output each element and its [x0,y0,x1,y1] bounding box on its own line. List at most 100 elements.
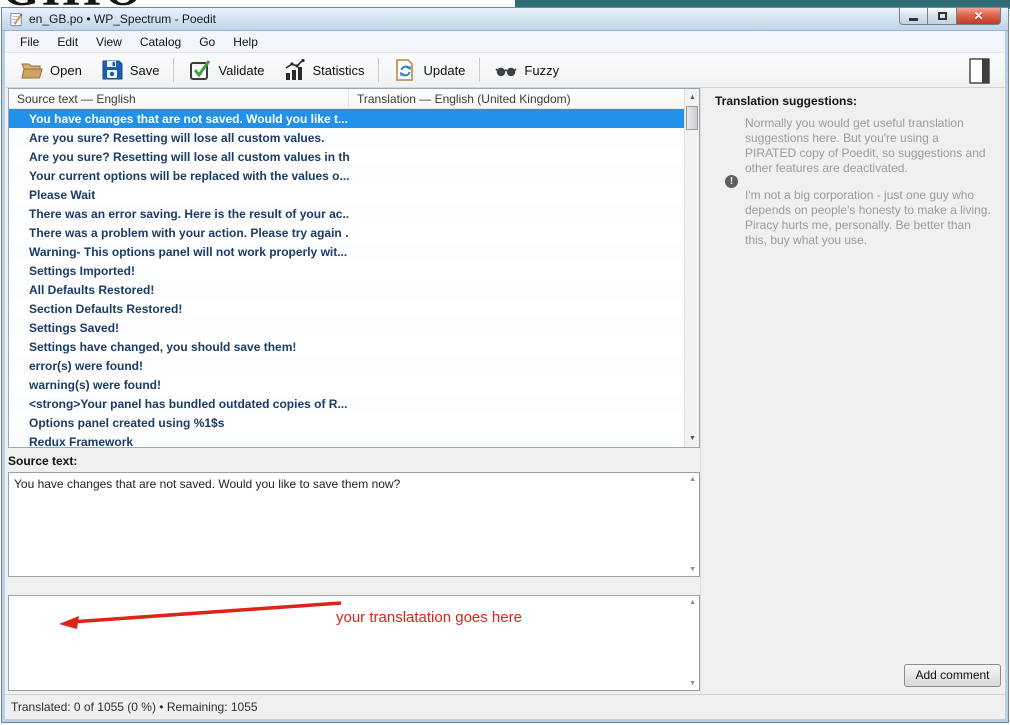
table-row[interactable]: Redux Framework [9,432,684,447]
column-header-source[interactable]: Source text — English [9,89,349,108]
source-text-cell: Settings Imported! [9,264,349,278]
fuzzy-glasses-icon [494,58,518,82]
source-text-cell: <strong>Your panel has bundled outdated … [9,397,349,411]
open-button[interactable]: Open [11,55,91,85]
status-bar: Translated: 0 of 1055 (0 %) • Remaining:… [5,694,1005,719]
source-text-cell: warning(s) were found! [9,378,349,392]
column-header-translation[interactable]: Translation — English (United Kingdom) [349,89,699,108]
add-comment-button[interactable]: Add comment [904,664,1001,687]
scroll-down-arrow-icon[interactable]: ▼ [689,680,696,687]
exclamation-circle-icon: ! [725,175,738,188]
toolbar-button-label: Fuzzy [524,63,559,78]
suggestions-title: Translation suggestions: [715,94,857,108]
toolbar-button-label: Update [423,63,465,78]
minimize-button[interactable] [899,8,928,25]
scroll-down-arrow-icon[interactable]: ▼ [689,566,696,573]
string-list-table: Source text — English Translation — Engl… [8,88,700,448]
statistics-chart-icon [282,58,306,82]
table-row[interactable]: Options panel created using %1$s [9,413,684,432]
scroll-down-arrow-icon[interactable]: ▼ [685,431,700,446]
source-text-cell: Your current options will be replaced wi… [9,169,349,183]
table-row[interactable]: All Defaults Restored! [9,280,684,299]
update-refresh-icon [393,58,417,82]
source-text-cell: Options panel created using %1$s [9,416,349,430]
toolbar: Open Save Validate Statistics Update Fuzzy [5,53,1005,88]
source-text-label: Source text: [8,454,700,468]
table-row[interactable]: You have changes that are not saved. Wou… [9,109,684,128]
title-bar[interactable]: en_GB.po • WP_Spectrum - Poedit ✕ [2,8,1008,31]
table-row[interactable]: warning(s) were found! [9,375,684,394]
table-row[interactable]: Your current options will be replaced wi… [9,166,684,185]
statistics-button[interactable]: Statistics [273,55,373,85]
table-row[interactable]: Warning- This options panel will not wor… [9,242,684,261]
annotation-text: your translatation goes here [336,609,522,626]
table-row[interactable]: error(s) were found! [9,356,684,375]
table-row[interactable]: Settings Imported! [9,261,684,280]
source-text-cell: You have changes that are not saved. Wou… [9,112,349,126]
table-header: Source text — English Translation — Engl… [9,89,699,109]
toolbar-button-label: Save [130,63,160,78]
toolbar-separator [479,58,480,82]
maximize-icon [938,12,947,20]
table-body: You have changes that are not saved. Wou… [9,109,684,447]
translation-input-box[interactable]: your translatation goes here ▲ ▼ [8,595,700,691]
source-text-cell: error(s) were found! [9,359,349,373]
scrollbar-thumb[interactable] [686,106,698,130]
source-text-cell: Section Defaults Restored! [9,302,349,316]
toolbar-separator [378,58,379,82]
source-text-cell: Are you sure? Resetting will lose all cu… [9,131,349,145]
suggestions-paragraph-1: Normally you would get useful translatio… [745,116,993,176]
maximize-button[interactable] [928,8,956,25]
menu-item-file[interactable]: File [11,32,48,52]
sidebar-toggle-icon[interactable] [969,58,990,84]
table-row[interactable]: There was a problem with your action. Pl… [9,223,684,242]
source-text-cell: Redux Framework [9,435,349,448]
source-text-cell: All Defaults Restored! [9,283,349,297]
source-text-box[interactable]: You have changes that are not saved. Wou… [8,472,700,577]
poedit-window: en_GB.po • WP_Spectrum - Poedit ✕ FileEd… [2,8,1008,722]
window-frame-bottom [2,719,1008,722]
scroll-up-arrow-icon[interactable]: ▲ [689,599,696,606]
desktop-background: GHIO en_GB.po • WP_Spectrum - Poedit ✕ [0,0,1010,725]
source-text-cell: Warning- This options panel will not wor… [9,245,349,259]
table-row[interactable]: Please Wait [9,185,684,204]
source-text-cell: Settings have changed, you should save t… [9,340,349,354]
window-title: en_GB.po • WP_Spectrum - Poedit [29,12,216,26]
fuzzy-button[interactable]: Fuzzy [485,55,568,85]
table-scrollbar[interactable]: ▲ ▼ [684,89,699,447]
open-folder-icon [20,58,44,82]
source-text-cell: Please Wait [9,188,349,202]
minimize-icon [909,18,918,21]
table-row[interactable]: <strong>Your panel has bundled outdated … [9,394,684,413]
poedit-app-icon [9,12,24,27]
window-controls: ✕ [899,8,1001,25]
toolbar-button-label: Statistics [312,63,364,78]
table-row[interactable]: Are you sure? Resetting will lose all cu… [9,128,684,147]
table-row[interactable]: There was an error saving. Here is the r… [9,204,684,223]
table-row[interactable]: Are you sure? Resetting will lose all cu… [9,147,684,166]
scroll-up-arrow-icon[interactable]: ▲ [689,476,696,483]
save-button[interactable]: Save [91,55,169,85]
menu-item-view[interactable]: View [87,32,131,52]
table-row[interactable]: Section Defaults Restored! [9,299,684,318]
main-content: Source text — English Translation — Engl… [5,88,1005,694]
table-row[interactable]: Settings Saved! [9,318,684,337]
source-text-value: You have changes that are not saved. Wou… [14,477,679,492]
menu-item-catalog[interactable]: Catalog [131,32,190,52]
save-floppy-icon [100,58,124,82]
menu-item-go[interactable]: Go [190,32,224,52]
update-button[interactable]: Update [384,55,474,85]
toolbar-separator [173,58,174,82]
menu-item-help[interactable]: Help [224,32,267,52]
toolbar-button-label: Open [50,63,82,78]
toolbar-buttons: Open Save Validate Statistics Update Fuzzy [11,53,568,87]
menu-item-edit[interactable]: Edit [48,32,87,52]
close-button[interactable]: ✕ [956,8,1001,25]
window-frame-right [1005,31,1008,722]
validate-check-icon [188,58,212,82]
validate-button[interactable]: Validate [179,55,273,85]
scroll-up-arrow-icon[interactable]: ▲ [685,90,700,105]
table-row[interactable]: Settings have changed, you should save t… [9,337,684,356]
suggestions-sidebar: Translation suggestions: Normally you wo… [700,88,1005,694]
suggestions-paragraph-2: I'm not a big corporation - just one guy… [745,188,993,248]
